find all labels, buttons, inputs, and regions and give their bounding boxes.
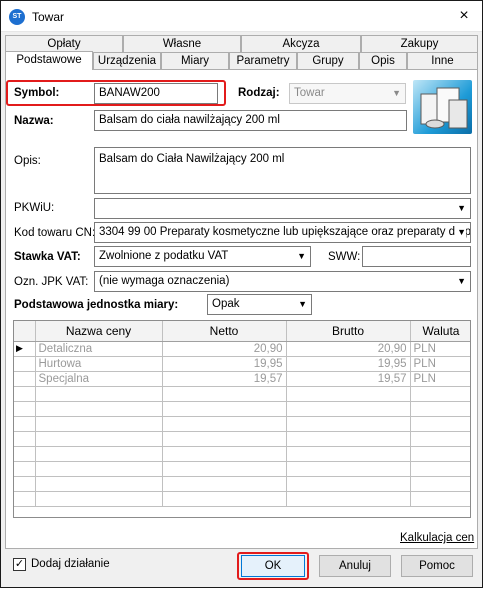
chevron-down-icon: ▼ <box>455 223 466 242</box>
jpk-label: Ozn. JPK VAT: <box>14 276 89 288</box>
price-waluta-cell[interactable]: PLN <box>410 341 470 357</box>
table-row[interactable]: Hurtowa 19,95 19,95 PLN <box>14 356 470 372</box>
cancel-button[interactable]: Anuluj <box>319 555 391 577</box>
empty-row <box>14 476 470 492</box>
price-netto-cell[interactable]: 20,90 <box>162 341 287 357</box>
unit-label: Podstawowa jednostka miary: <box>14 299 179 311</box>
empty-row <box>14 386 470 402</box>
current-row-icon: ▶ <box>14 341 36 357</box>
pkwiu-select[interactable]: ▼ <box>94 198 471 219</box>
price-grid[interactable]: Nazwa ceny Netto Brutto Waluta ▶ Detalic… <box>13 320 471 518</box>
vat-label: Stawka VAT: <box>14 251 81 263</box>
unit-value: Opak <box>212 298 240 310</box>
chevron-down-icon: ▼ <box>297 251 306 261</box>
jpk-select[interactable]: (nie wymaga oznaczenia) ▼ <box>94 271 471 292</box>
opis-textarea[interactable]: Balsam do Ciała Nawilżający 200 ml <box>94 147 471 194</box>
nazwa-input[interactable]: Balsam do ciała nawilżający 200 ml <box>94 110 407 131</box>
cn-select[interactable]: 3304 99 00 Preparaty kosmetyczne lub upi… <box>94 222 471 243</box>
price-name-cell[interactable]: Detaliczna <box>35 341 163 357</box>
vat-select[interactable]: Zwolnione z podatku VAT ▼ <box>94 246 311 267</box>
nazwa-label: Nazwa: <box>14 115 54 127</box>
grid-header-row: Nazwa ceny Netto Brutto Waluta <box>14 321 470 342</box>
kalkulacja-cen-link[interactable]: Kalkulacja cen <box>400 532 474 544</box>
dialog-window: ST Towar × Opłaty Własne Akcyza Zakupy P… <box>0 0 483 588</box>
cn-value: 3304 99 00 Preparaty kosmetyczne lub upi… <box>99 226 471 238</box>
price-brutto-cell[interactable]: 19,57 <box>286 371 411 387</box>
opis-label: Opis: <box>14 155 41 167</box>
chevron-down-icon: ▼ <box>298 299 307 309</box>
chevron-down-icon: ▼ <box>457 276 466 286</box>
jpk-value: (nie wymaga oznaczenia) <box>99 275 230 287</box>
price-brutto-cell[interactable]: 19,95 <box>286 356 411 372</box>
grid-header-brutto[interactable]: Brutto <box>286 321 411 342</box>
price-brutto-cell[interactable]: 20,90 <box>286 341 411 357</box>
price-netto-cell[interactable]: 19,57 <box>162 371 287 387</box>
empty-row <box>14 491 470 507</box>
rodzaj-label: Rodzaj: <box>238 87 280 99</box>
rodzaj-value: Towar <box>294 87 325 99</box>
chevron-down-icon: ▼ <box>457 203 466 213</box>
grid-header-indicator <box>14 321 36 342</box>
row-indicator <box>14 371 36 387</box>
help-button[interactable]: Pomoc <box>401 555 473 577</box>
add-action-checkbox[interactable]: ✓ <box>13 558 26 571</box>
grid-header-waluta[interactable]: Waluta <box>410 321 470 342</box>
pkwiu-label: PKWiU: <box>14 202 55 214</box>
empty-row <box>14 401 470 417</box>
chevron-down-icon: ▼ <box>392 88 401 98</box>
price-netto-cell[interactable]: 19,95 <box>162 356 287 372</box>
price-name-cell[interactable]: Specjalna <box>35 371 163 387</box>
table-row[interactable]: ▶ Detaliczna 20,90 20,90 PLN <box>14 341 470 357</box>
unit-select[interactable]: Opak ▼ <box>207 294 312 315</box>
price-waluta-cell[interactable]: PLN <box>410 371 470 387</box>
price-waluta-cell[interactable]: PLN <box>410 356 470 372</box>
ok-button[interactable]: OK <box>241 555 305 577</box>
empty-row <box>14 416 470 432</box>
sww-label: SWW: <box>328 251 361 263</box>
rodzaj-select[interactable]: Towar ▼ <box>289 83 406 104</box>
vat-value: Zwolnione z podatku VAT <box>99 250 229 262</box>
grid-header-nazwa[interactable]: Nazwa ceny <box>35 321 163 342</box>
table-row[interactable]: Specjalna 19,57 19,57 PLN <box>14 371 470 387</box>
symbol-input[interactable]: BANAW200 <box>94 83 218 104</box>
symbol-label: Symbol: <box>14 87 60 99</box>
empty-row <box>14 431 470 447</box>
cn-label: Kod towaru CN: <box>14 227 96 239</box>
row-indicator <box>14 356 36 372</box>
grid-header-netto[interactable]: Netto <box>162 321 287 342</box>
price-name-cell[interactable]: Hurtowa <box>35 356 163 372</box>
empty-row <box>14 461 470 477</box>
empty-row <box>14 446 470 462</box>
sww-input[interactable] <box>362 246 471 267</box>
product-image[interactable] <box>413 80 472 134</box>
add-action-label: Dodaj działanie <box>31 558 110 570</box>
